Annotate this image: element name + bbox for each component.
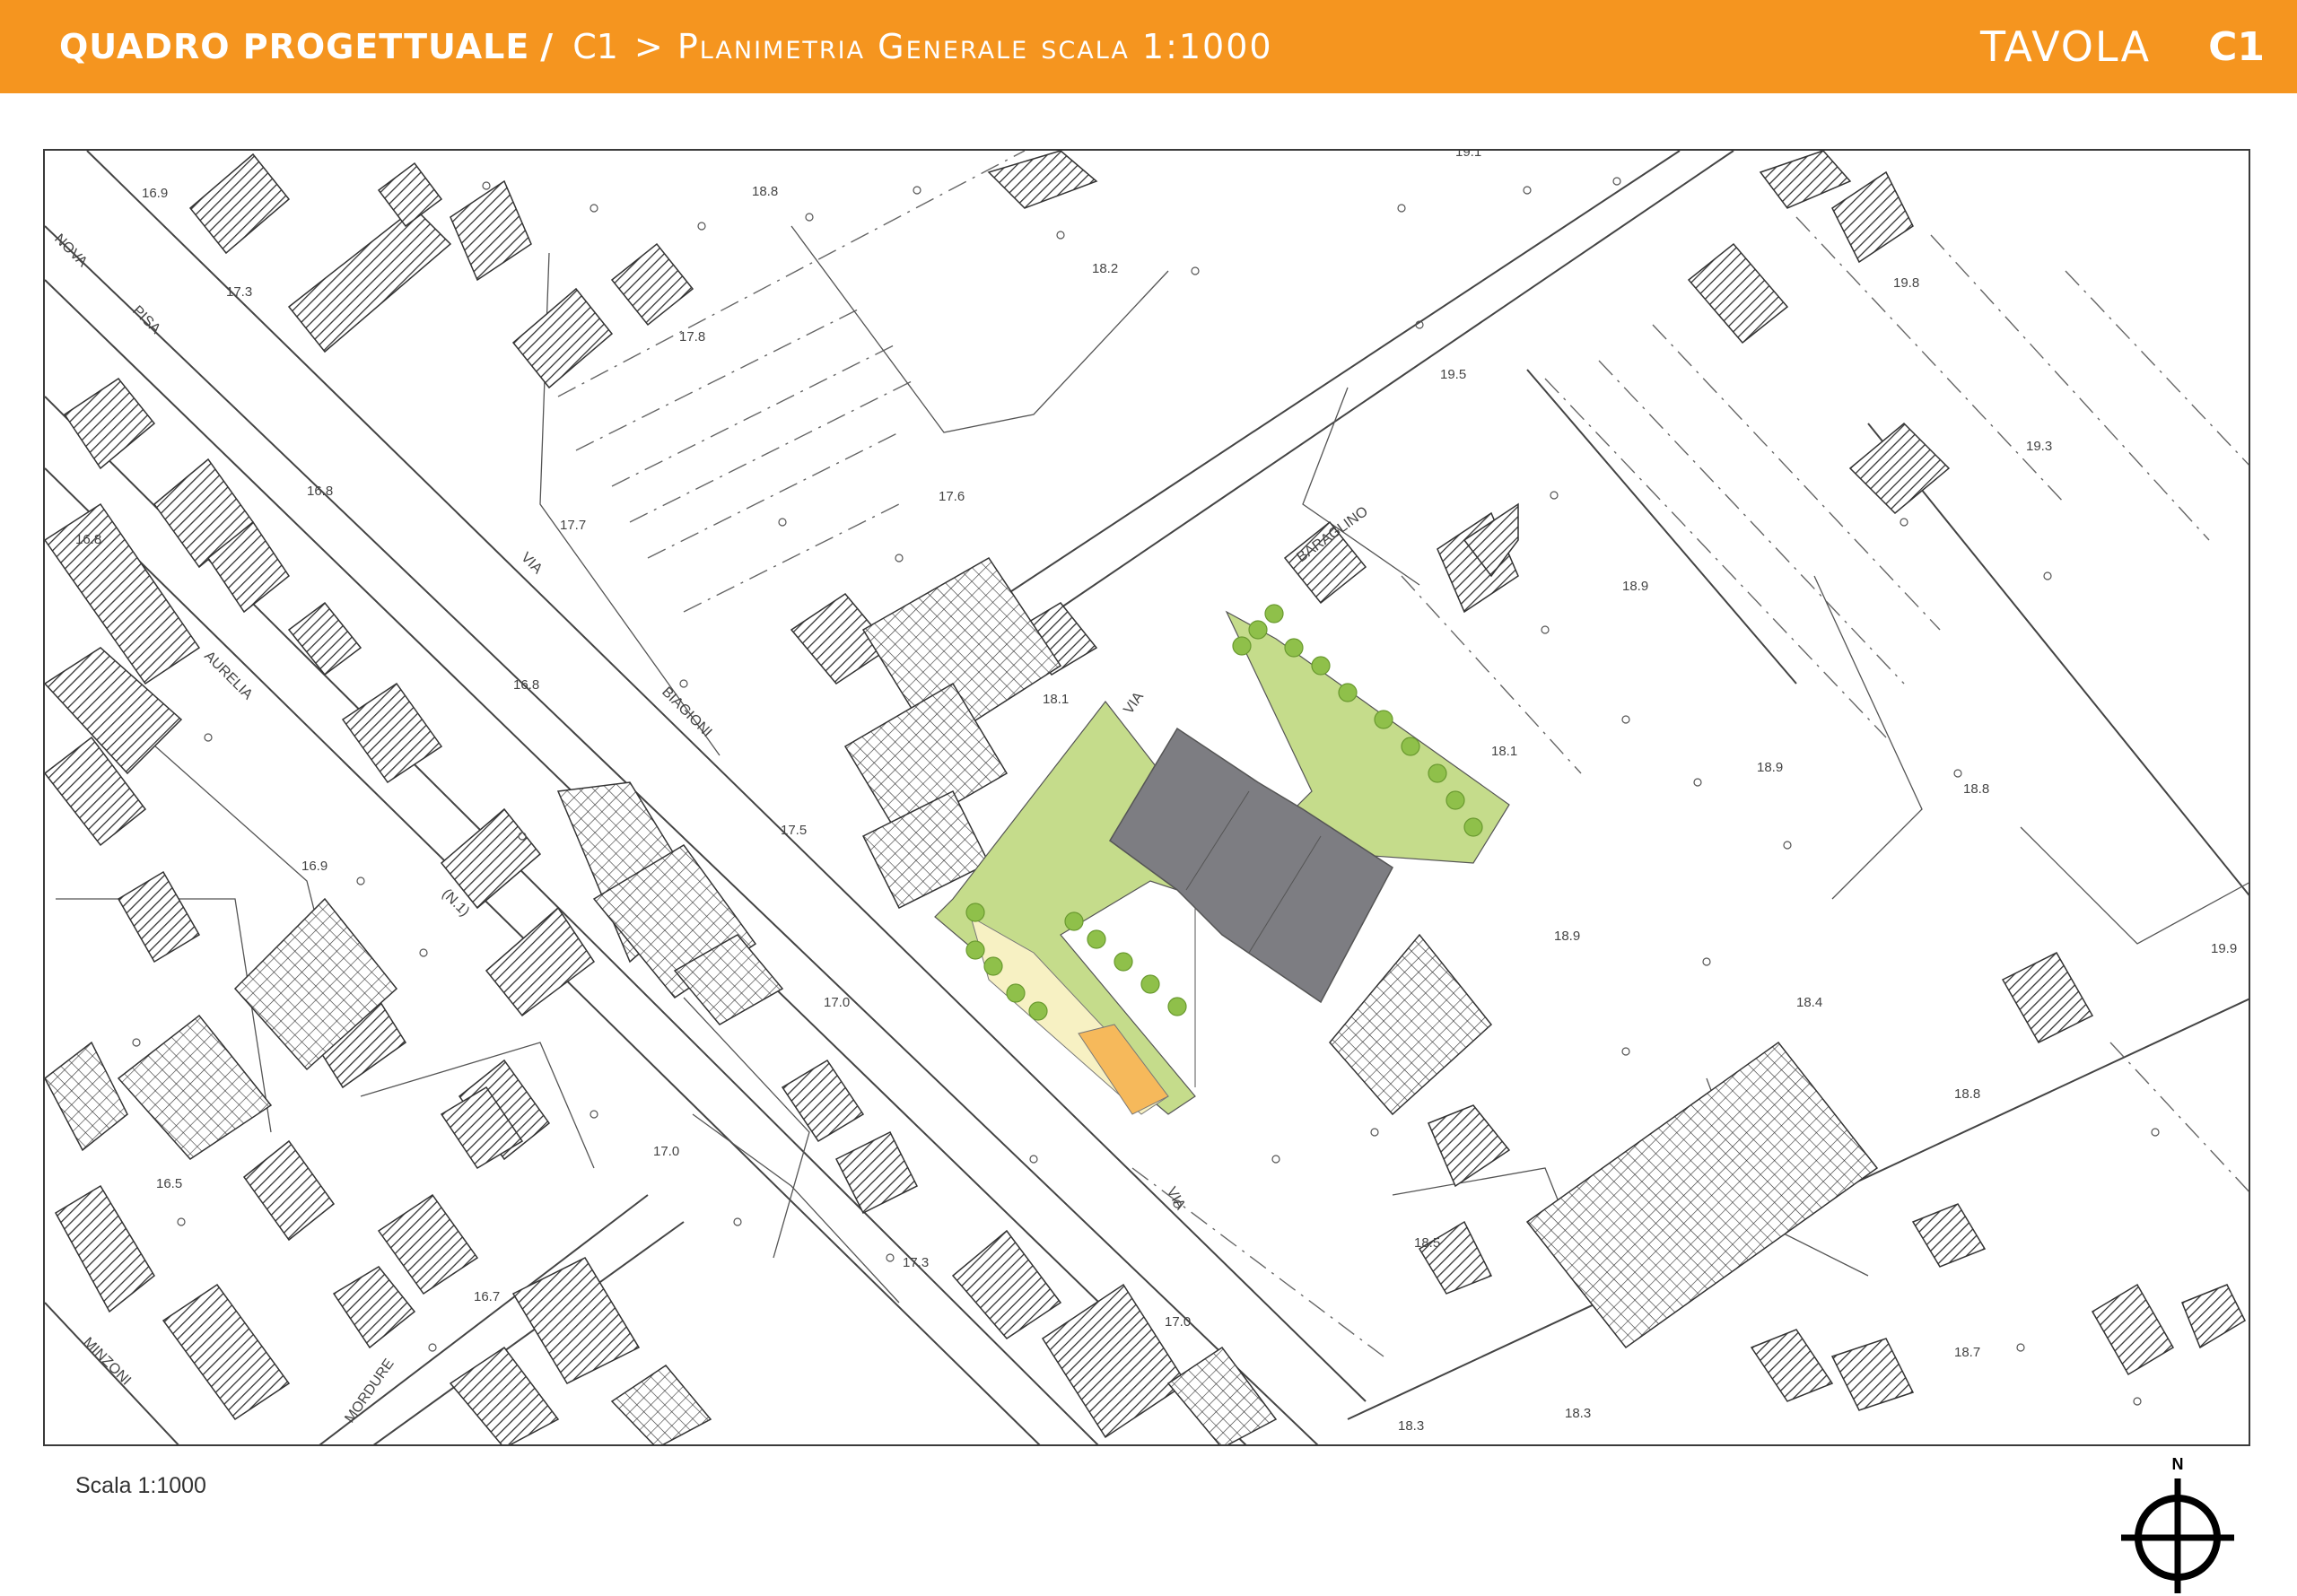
elevation-label: 16.9 [142, 186, 168, 201]
elevation-label: 18.3 [1398, 1418, 1424, 1434]
elevation-label: 18.8 [752, 184, 778, 199]
header-title-group: QUADRO PROGETTUALE / C1 > Planimetria Ge… [59, 0, 1273, 93]
elevation-label: 19.3 [2026, 439, 2052, 454]
elevation-label: 18.1 [1491, 744, 1517, 759]
elevation-label: 17.3 [226, 284, 252, 300]
elevation-label: 18.1 [1043, 692, 1069, 707]
section-title: QUADRO PROGETTUALE [59, 27, 530, 66]
elevation-label: 17.0 [824, 995, 850, 1010]
street-label: VIA [1164, 1185, 1189, 1213]
scale-note: Scala 1:1000 [75, 1473, 206, 1498]
elevation-label: 17.8 [679, 329, 705, 344]
street-label: AURELIA [201, 649, 256, 703]
sheet-title: > Planimetria Generale scala 1:1000 [633, 27, 1273, 66]
page-header: QUADRO PROGETTUALE / C1 > Planimetria Ge… [0, 0, 2297, 93]
elevation-label: 16.8 [307, 484, 333, 499]
site-plan-svg: NOVA PISA AURELIA (N.1) VIA BIAGIONI VIA… [45, 151, 2249, 1444]
street-label: BIAGIONI [659, 685, 714, 740]
elevation-label: 17.0 [653, 1144, 679, 1159]
elevation-label: 16.8 [75, 532, 101, 547]
site-plan-map[interactable]: NOVA PISA AURELIA (N.1) VIA BIAGIONI VIA… [43, 149, 2250, 1446]
elevation-label: 19.8 [1893, 275, 1919, 291]
street-label: VIA [1121, 689, 1147, 717]
elevation-label: 17.5 [781, 823, 807, 838]
elevation-label: 16.7 [474, 1289, 500, 1304]
elevation-label: 18.8 [1954, 1086, 1980, 1102]
tavola-label: TAVOLA [1980, 22, 2152, 71]
elevation-label: 18.5 [1414, 1235, 1440, 1251]
north-arrow-icon: N [2121, 1455, 2234, 1593]
elevation-label: 18.7 [1954, 1345, 1980, 1360]
elevation-label: 17.3 [903, 1255, 929, 1270]
cross-hatched-buildings [45, 557, 1879, 1444]
elevation-label: 18.2 [1092, 261, 1118, 276]
street-label: PISA [129, 303, 163, 337]
elevation-label: 18.8 [1963, 781, 1989, 797]
sheet-code: C1 [572, 27, 618, 66]
tavola-group: TAVOLA C1 [1980, 0, 2265, 93]
title-separator: / [540, 27, 554, 66]
elevation-label: 18.9 [1622, 579, 1648, 594]
tavola-number: C1 [2208, 23, 2265, 70]
elevation-label: 18.9 [1554, 929, 1580, 944]
elevation-label: 18.3 [1565, 1406, 1591, 1421]
street-label: VIA [518, 550, 545, 577]
elevation-label: 17.7 [560, 518, 586, 533]
elevation-label: 19.5 [1440, 367, 1466, 382]
elevation-label: 18.9 [1757, 760, 1783, 775]
north-label: N [2172, 1455, 2184, 1473]
elevation-label: 17.0 [1165, 1314, 1191, 1330]
elevation-label: 18.4 [1796, 995, 1822, 1010]
elevation-label: 16.9 [301, 859, 328, 874]
elevation-label: 19.1 [1455, 151, 1481, 160]
street-label: MORDURE [342, 1356, 397, 1426]
elevation-label: 17.6 [939, 489, 965, 504]
street-label: NOVA [51, 231, 90, 270]
elevation-label: 16.8 [513, 677, 539, 693]
elevation-label: 19.9 [2211, 941, 2237, 956]
street-label: MINZONI [80, 1335, 134, 1389]
elevation-label: 16.5 [156, 1176, 182, 1191]
